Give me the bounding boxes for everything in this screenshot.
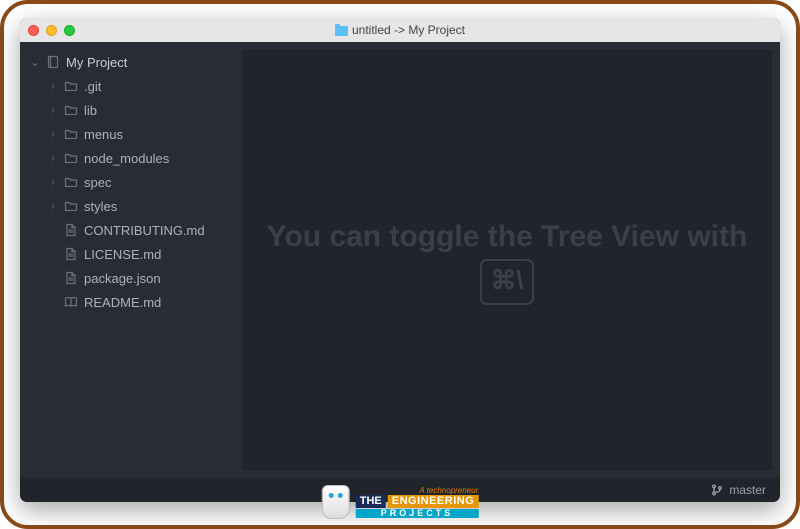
- keyboard-shortcut: ⌘\: [480, 259, 533, 305]
- chevron-right-icon[interactable]: [48, 177, 58, 188]
- tree-root-label: My Project: [66, 55, 127, 70]
- watermark-tagline: A technopreneur: [356, 487, 479, 495]
- file-icon: [64, 223, 78, 237]
- minimize-window-button[interactable]: [46, 25, 57, 36]
- folder-icon: [64, 151, 78, 165]
- folder-icon: [64, 127, 78, 141]
- git-branch-name[interactable]: master: [729, 483, 766, 497]
- window-title: untitled -> My Project: [20, 23, 780, 37]
- tree-item-file[interactable]: package.json: [38, 266, 242, 290]
- tree-children: .git lib menus node_: [20, 74, 242, 314]
- watermark-word-the: THE: [356, 495, 386, 508]
- tree-root[interactable]: My Project: [20, 50, 242, 74]
- repo-icon: [46, 55, 60, 69]
- window-controls: [28, 25, 75, 36]
- file-icon: [64, 247, 78, 261]
- tree-item-folder[interactable]: node_modules: [38, 146, 242, 170]
- window-body: My Project .git lib: [20, 42, 780, 478]
- tree-item-folder[interactable]: menus: [38, 122, 242, 146]
- background-hint: You can toggle the Tree View with ⌘\: [243, 215, 771, 304]
- watermark-logo: A technopreneur THE ENGINEERING PROJECTS: [322, 485, 479, 519]
- tree-item-label: CONTRIBUTING.md: [84, 223, 205, 238]
- chevron-right-icon[interactable]: [48, 201, 58, 212]
- zoom-window-button[interactable]: [64, 25, 75, 36]
- hint-text: You can toggle the Tree View with: [267, 220, 748, 253]
- tree-item-label: LICENSE.md: [84, 247, 161, 262]
- folder-icon: [64, 103, 78, 117]
- git-branch-icon: [711, 484, 723, 496]
- watermark-word-projects: PROJECTS: [356, 509, 479, 518]
- tree-item-folder[interactable]: styles: [38, 194, 242, 218]
- tree-item-folder[interactable]: lib: [38, 98, 242, 122]
- tree-item-file[interactable]: LICENSE.md: [38, 242, 242, 266]
- tree-item-label: package.json: [84, 271, 161, 286]
- titlebar: untitled -> My Project: [20, 18, 780, 42]
- folder-icon: [64, 79, 78, 93]
- window-title-text: untitled -> My Project: [352, 23, 465, 37]
- close-window-button[interactable]: [28, 25, 39, 36]
- chevron-right-icon[interactable]: [48, 129, 58, 140]
- editor-pane[interactable]: You can toggle the Tree View with ⌘\: [242, 50, 772, 470]
- chevron-down-icon[interactable]: [30, 55, 40, 69]
- tree-item-folder[interactable]: .git: [38, 74, 242, 98]
- folder-icon: [64, 175, 78, 189]
- chevron-right-icon[interactable]: [48, 105, 58, 116]
- folder-icon: [335, 26, 348, 36]
- tree-item-label: node_modules: [84, 151, 169, 166]
- file-icon: [64, 271, 78, 285]
- watermark-word-engineering: ENGINEERING: [388, 495, 479, 508]
- tree-view[interactable]: My Project .git lib: [20, 42, 242, 478]
- outer-frame: untitled -> My Project My Project .git: [0, 0, 800, 529]
- chevron-right-icon[interactable]: [48, 81, 58, 92]
- tree-item-label: .git: [84, 79, 101, 94]
- tree-item-label: README.md: [84, 295, 161, 310]
- robot-icon: [322, 485, 350, 519]
- tree-item-label: menus: [84, 127, 123, 142]
- app-window: untitled -> My Project My Project .git: [20, 18, 780, 502]
- tree-item-label: styles: [84, 199, 117, 214]
- book-icon: [64, 295, 78, 309]
- tree-item-label: spec: [84, 175, 111, 190]
- watermark-text: A technopreneur THE ENGINEERING PROJECTS: [356, 487, 479, 518]
- folder-icon: [64, 199, 78, 213]
- tree-item-file[interactable]: README.md: [38, 290, 242, 314]
- chevron-right-icon[interactable]: [48, 153, 58, 164]
- tree-item-file[interactable]: CONTRIBUTING.md: [38, 218, 242, 242]
- tree-item-label: lib: [84, 103, 97, 118]
- tree-item-folder[interactable]: spec: [38, 170, 242, 194]
